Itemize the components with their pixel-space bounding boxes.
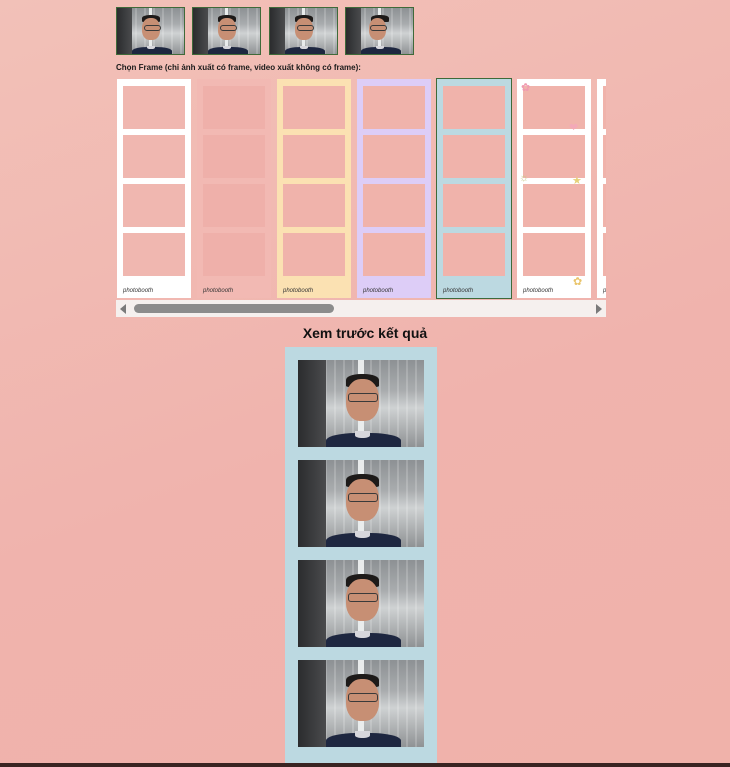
preview-photo-1 xyxy=(298,360,424,447)
frame-slot xyxy=(363,135,425,178)
thumbnail-4[interactable] xyxy=(345,7,414,55)
frame-brand-logo: photobooth xyxy=(523,288,554,294)
frame-brand-logo: photobooth xyxy=(283,288,314,294)
thumbnail-2[interactable] xyxy=(192,7,261,55)
frame-brand-logo: photobooth xyxy=(603,288,606,294)
frame-slot xyxy=(283,86,345,129)
frame-option-light-blue[interactable]: photobooth xyxy=(436,78,512,299)
scroll-right-arrow-icon[interactable] xyxy=(596,304,602,314)
preview-photo-2 xyxy=(298,460,424,547)
frame-slot xyxy=(523,184,585,227)
frame-option-lavender[interactable]: photobooth xyxy=(357,79,431,298)
scroll-thumb[interactable] xyxy=(134,304,334,313)
frame-slot xyxy=(363,86,425,129)
frame-slot xyxy=(603,233,606,276)
frame-slot xyxy=(123,135,185,178)
thumbnail-photo xyxy=(346,8,413,54)
frame-slot xyxy=(443,184,505,227)
frame-slot xyxy=(123,184,185,227)
thumbnail-photo xyxy=(117,8,184,54)
scroll-left-arrow-icon[interactable] xyxy=(120,304,126,314)
frame-option-pink[interactable]: photobooth xyxy=(197,79,271,298)
frame-slot xyxy=(443,135,505,178)
frame-slot xyxy=(203,135,265,178)
sticker-icon: ✿ xyxy=(573,276,583,288)
thumbnail-1[interactable] xyxy=(116,7,185,55)
preview-photo-4 xyxy=(298,660,424,747)
preview-photo-3 xyxy=(298,560,424,647)
frame-brand-logo: photobooth xyxy=(363,288,394,294)
frame-strip-scroller[interactable]: photobooth photobooth photobooth photobooth… xyxy=(116,76,606,300)
frame-slot xyxy=(523,135,585,178)
frame-option-cute-stickers[interactable]: ✿ ★ ❤ ✿ ☼ photobooth xyxy=(517,79,591,298)
thumbnail-photo xyxy=(193,8,260,54)
frame-slot xyxy=(203,86,265,129)
frame-scrollbar[interactable] xyxy=(116,300,606,317)
frame-option-partial[interactable]: photobooth xyxy=(597,79,606,298)
frame-brand-logo: photobooth xyxy=(443,288,474,294)
sticker-icon: ❤ xyxy=(569,122,579,134)
frame-slot xyxy=(283,184,345,227)
frame-slot xyxy=(123,233,185,276)
sticker-icon: ✿ xyxy=(521,82,531,94)
frame-slot xyxy=(443,233,505,276)
frame-option-yellow[interactable]: photobooth xyxy=(277,79,351,298)
frame-slot xyxy=(443,86,505,129)
frame-slot xyxy=(203,233,265,276)
thumbnail-3[interactable] xyxy=(269,7,338,55)
bottom-bar xyxy=(0,763,730,767)
preview-strip xyxy=(285,347,437,767)
frame-slot xyxy=(603,135,606,178)
frame-slot xyxy=(363,233,425,276)
frame-slot xyxy=(523,233,585,276)
frame-slot xyxy=(603,184,606,227)
frame-slot xyxy=(603,86,606,129)
sticker-icon: ★ xyxy=(572,175,582,187)
frame-select-label: Chọn Frame (chỉ ảnh xuất có frame, video… xyxy=(116,63,361,72)
frame-slot xyxy=(283,135,345,178)
frame-slot xyxy=(203,184,265,227)
frame-brand-logo: photobooth xyxy=(203,288,234,294)
frame-slot xyxy=(123,86,185,129)
preview-title: Xem trước kết quả xyxy=(302,325,428,341)
frame-option-white[interactable]: photobooth xyxy=(117,79,191,298)
frame-brand-logo: photobooth xyxy=(123,288,154,294)
frame-slot xyxy=(363,184,425,227)
sticker-icon: ☼ xyxy=(519,172,530,184)
thumbnail-photo xyxy=(270,8,337,54)
frame-slot xyxy=(283,233,345,276)
